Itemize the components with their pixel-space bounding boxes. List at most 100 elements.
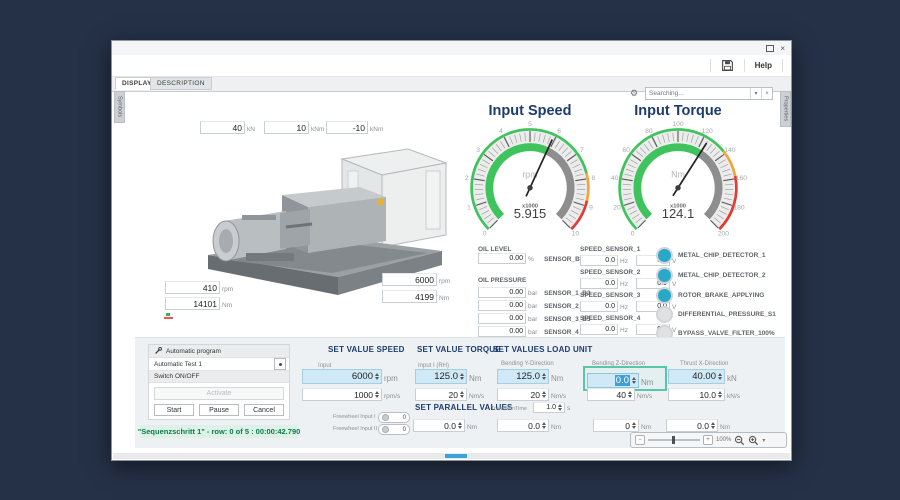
bending-z-setpoint-input[interactable]: 0.0 [587,373,639,388]
floppy-icon [721,59,734,72]
svg-text:40: 40 [611,175,619,182]
bending-y-setpoint-input[interactable]: 125.0 [497,369,549,384]
speed-callout-right-value: 6000 [382,273,437,286]
torque-ramp-input[interactable]: 20 [415,388,467,401]
spinner-arrows-icon[interactable] [460,373,464,381]
spinner-arrows-icon[interactable] [542,373,546,381]
force-value[interactable]: 40 [200,121,245,134]
oil-pressure-value: 0.00 [478,300,526,311]
bending-y-label: Bending Y-Direction [501,361,554,367]
torque-parallel-unit: Nm [467,424,477,432]
thrust-x-parallel-input[interactable]: 0.0 [666,419,718,432]
zoom-slider-thumb[interactable] [672,436,675,444]
bending-z-ramp-input[interactable]: 40 [587,388,635,401]
speed-setpoint-field: 6000 rpm [302,369,398,384]
oil-pressure-value: 0.00 [478,313,526,324]
horizontal-scrollbar-thumb[interactable] [445,454,467,458]
zoom-slider-plus-button[interactable]: + [703,435,713,445]
torque-value-1[interactable]: 10 [264,121,309,134]
indicator-label: DIFFERENTIAL_PRESSURE_S1 [678,311,776,318]
spinner-arrows-icon[interactable] [632,377,636,385]
spinner-arrows-icon[interactable] [375,391,379,399]
spinner-arrows-icon[interactable] [542,422,546,430]
torque-parallel-input[interactable]: 0.0 [413,419,465,432]
svg-text:1: 1 [467,205,471,212]
symbols-side-tab[interactable]: Symbols [114,91,125,123]
bending-y-parallel-input[interactable]: 0.0 [497,419,549,432]
search-input[interactable] [646,90,750,97]
freewheel-1-toggle[interactable]: 0 [378,412,410,423]
speed-callout: 410 rpm [165,281,233,294]
bending-y-parallel-value: 0.0 [528,421,540,431]
spinner-arrows-icon[interactable] [375,373,379,381]
torque-setpoint-input[interactable]: 125.0 [415,369,467,384]
tab-description[interactable]: DESCRIPTION [150,77,212,90]
transition-time-field: 1.0 s [533,402,570,413]
spinner-arrows-icon[interactable] [460,391,464,399]
zoom-in-icon[interactable] [748,435,759,446]
zoom-out-icon[interactable] [734,435,745,446]
rotor-brake-led [656,287,673,304]
program-select-button[interactable] [274,358,286,370]
close-window-icon[interactable]: × [780,45,785,53]
zoom-slider[interactable] [648,439,700,441]
freewheel-2-toggle[interactable]: 0 [378,424,410,435]
speed-sensor-header: SPEED_SENSOR_4 [580,315,640,322]
torque-parallel-value: 0.0 [444,421,456,431]
properties-side-tab[interactable]: Properties [780,91,791,127]
spinner-arrows-icon[interactable] [628,391,632,399]
zoom-slider-minus-button[interactable]: − [635,435,645,445]
save-icon[interactable] [721,59,734,72]
spinner-arrows-icon[interactable] [458,422,462,430]
spinner-arrows-icon[interactable] [542,391,546,399]
force-field: 40 kN [200,121,255,134]
set-value-speed-header: SET VALUE SPEED [328,345,405,354]
transition-time-input[interactable]: 1.0 [533,402,565,413]
torque-ramp-field: 20 Nm/s [415,388,484,401]
thrust-x-ramp-input[interactable]: 10.0 [668,388,725,401]
spinner-arrows-icon[interactable] [711,422,715,430]
thrust-x-parallel-unit: Nm [720,424,730,432]
bending-y-ramp-unit: Nm/s [551,393,566,401]
oil-level-header: OIL LEVEL [478,246,511,253]
activate-button[interactable]: Activate [154,387,284,400]
svg-text:8: 8 [591,175,595,182]
indicator-label: METAL_CHIP_DETECTOR_2 [678,272,766,279]
spinner-arrows-icon[interactable] [558,404,562,412]
zoom-dropdown-icon[interactable]: ▾ [762,437,765,444]
freewheel-1-value: 0 [403,415,406,421]
pause-button[interactable]: Pause [199,404,239,416]
svg-text:0: 0 [631,230,635,237]
spinner-arrows-icon[interactable] [718,373,722,381]
bending-y-parallel-unit: Nm [551,424,561,432]
program-test-row[interactable]: Automatic Test 1 [149,358,289,371]
start-button[interactable]: Start [154,404,194,416]
spinner-arrows-icon[interactable] [718,391,722,399]
svg-text:2: 2 [465,175,469,182]
speed-setpoint-input[interactable]: 6000 [302,369,382,384]
toolbar-separator [744,59,745,72]
speed-ramp-field: 1000 rpm/s [302,388,400,401]
program-test-name: Automatic Test 1 [154,361,202,368]
search-clear-icon[interactable]: × [761,88,772,99]
oil-level-unit: % [528,256,534,264]
thrust-x-setpoint-field: 40.00 kN [668,369,737,384]
settings-gear-icon[interactable]: ⚙ [630,88,638,98]
spinner-arrows-icon[interactable] [632,422,636,430]
help-button[interactable]: Help [755,61,772,70]
force-unit: kN [247,126,255,134]
input-speed-gauge: Input Speed 012345678910rpmx1000 [457,103,603,262]
torque-value-2[interactable]: -10 [326,121,368,134]
speed-ramp-input[interactable]: 1000 [302,388,382,401]
toolbar: Help [112,55,791,77]
bending-y-ramp-input[interactable]: 20 [497,388,549,401]
cancel-button[interactable]: Cancel [244,404,284,416]
v-unit: V [672,281,676,289]
input-torque-gauge: Input Torque 020406080100120140160180200… [605,103,751,262]
restore-window-icon[interactable] [766,45,774,52]
oil-pressure-field: 0.00 bar [478,313,537,324]
torque-setpoint-field: 125.0 Nm [415,369,481,384]
search-dropdown-icon[interactable]: ▾ [750,88,761,99]
bending-z-parallel-input[interactable]: 0 [593,419,639,432]
thrust-x-setpoint-input[interactable]: 40.00 [668,369,725,384]
